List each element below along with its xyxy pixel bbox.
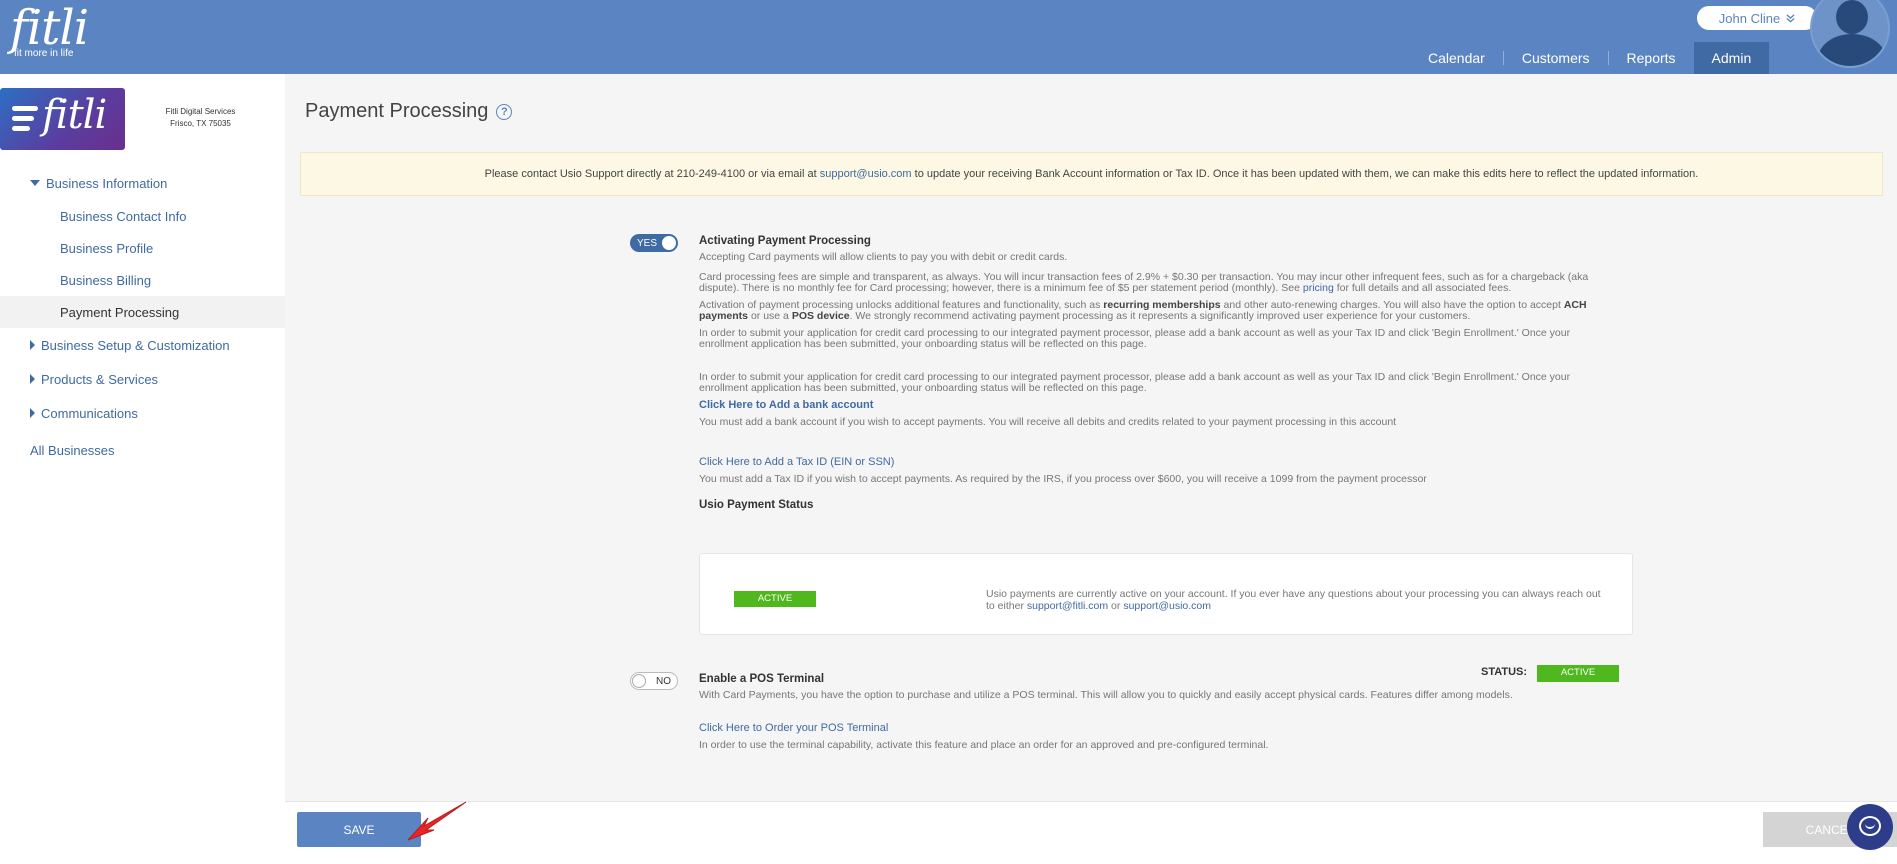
sidebar-item-payment-processing[interactable]: Payment Processing [0,296,285,328]
nav-reports[interactable]: Reports [1609,42,1694,74]
payment-processing-p3: Activation of payment processing unlocks… [699,300,1619,322]
page-title-text: Payment Processing [305,100,489,122]
question-circle-icon[interactable]: ? [496,103,513,120]
business-location: Frisco, TX 75035 [170,119,231,128]
payment-processing-p1: Accepting Card payments will allow clien… [699,251,1068,263]
p3-bold-pos: POS device [791,310,850,322]
user-menu-button[interactable]: John Cline [1697,6,1817,30]
caret-right-icon [30,374,35,384]
toggle-label: YES [637,237,658,249]
sidebar-item-products-services[interactable]: Products & Services [0,362,285,396]
alert-text-before: Please contact Usio Support directly at … [484,168,820,180]
support-alert: Please contact Usio Support directly at … [300,152,1883,196]
sidebar-item-business-billing[interactable]: Business Billing [0,264,285,296]
business-logo: fitli [0,88,125,150]
usio-status-box: ACTIVE Usio payments are currently activ… [699,553,1633,635]
brand-wordmark: fitli [10,0,89,56]
nav-calendar[interactable]: Calendar [1410,42,1503,74]
page-title: Payment Processing ? [305,100,513,123]
caret-down-icon [30,180,40,186]
sidebar-item-business-profile[interactable]: Business Profile [0,232,285,264]
support-usio-email-link[interactable]: support@usio.com [1123,600,1211,612]
toggle-knob [632,674,646,688]
user-name: John Cline [1718,10,1781,26]
sidebar-item-business-contact-info[interactable]: Business Contact Info [0,200,285,232]
toggle-label: NO [656,675,671,687]
usio-status-badge: ACTIVE [734,591,816,607]
sidebar-item-label: Products & Services [41,371,159,387]
order-pos-terminal-link[interactable]: Click Here to Order your POS Terminal [699,723,1619,734]
sidebar-item-business-information[interactable]: Business Information [0,166,285,200]
pos-order-note: In order to use the terminal capability,… [699,739,1269,751]
payment-processing-p2: Card processing fees are simple and tran… [699,272,1619,294]
sidebar-item-all-businesses[interactable]: All Businesses [0,434,285,466]
payment-processing-p5: In order to submit your application for … [699,371,1571,394]
caret-right-icon [30,340,35,350]
alert-email-link[interactable]: support@usio.com [820,168,912,180]
main-content: Payment Processing ? Please contact Usio… [285,74,1897,864]
business-name: Fitli Digital Services [165,107,236,116]
sidebar-item-communications[interactable]: Communications [0,396,285,430]
sidebar: fitli Fitli Digital Services Frisco, TX … [0,74,285,864]
business-info: Fitli Digital Services Frisco, TX 75035 [158,106,243,130]
status-text-or: or [1108,600,1124,612]
add-bank-account-link[interactable]: Click Here to Add a bank account [699,400,1619,411]
brand-logo[interactable]: fitli fit more in life [10,0,89,59]
bank-account-note: You must add a bank account if you wish … [699,416,1397,428]
payment-processing-heading: Activating Payment Processing [699,235,871,247]
support-fitli-email-link[interactable]: support@fitli.com [1027,600,1108,612]
sidebar-item-label: Communications [41,405,138,421]
toggle-knob [662,236,676,250]
payment-processing-section: Activating Payment Processing Accepting … [699,235,1619,516]
p3-text: . We strongly recommend activating payme… [849,310,1471,322]
pos-terminal-heading: Enable a POS Terminal [699,673,825,685]
sidebar-nav: Business Information Business Contact In… [0,166,285,466]
top-nav: Calendar Customers Reports Admin [1410,42,1770,74]
usio-status-text: Usio payments are currently active on yo… [986,588,1606,612]
save-button[interactable]: SAVE [297,812,421,847]
p3-text: or use a [748,310,792,322]
pos-terminal-desc: With Card Payments, you have the option … [699,689,1513,701]
top-header: fitli fit more in life John Cline Calend… [0,0,1897,74]
p2-text-after: for full details and all associated fees… [1333,282,1512,294]
add-tax-id-link[interactable]: Click Here to Add a Tax ID (EIN or SSN) [699,457,1619,468]
chat-bubble-icon[interactable] [1847,804,1893,850]
pricing-link[interactable]: pricing [1303,282,1334,294]
footer-actions: SAVE CANCEL [285,801,1897,864]
alert-text-after: to update your receiving Bank Account in… [911,168,1699,180]
business-logo-word: fitli [42,92,107,138]
user-avatar[interactable] [1810,0,1890,68]
sidebar-item-business-setup[interactable]: Business Setup & Customization [0,328,285,362]
caret-right-icon [30,408,35,418]
nav-customers[interactable]: Customers [1504,42,1608,74]
payment-processing-toggle[interactable]: YES [630,234,678,252]
payment-processing-p4: In order to submit your application for … [699,327,1571,350]
sidebar-item-label: Business Setup & Customization [41,337,230,353]
sidebar-item-label: Business Information [46,175,168,191]
pos-terminal-toggle[interactable]: NO [630,672,678,690]
pos-terminal-section: Enable a POS Terminal With Card Payments… [699,673,1619,757]
double-chevron-down-icon [1786,11,1795,26]
nav-admin[interactable]: Admin [1693,42,1770,74]
logo-lines-icon [12,106,38,136]
tax-id-note: You must add a Tax ID if you wish to acc… [699,473,1427,485]
usio-status-heading: Usio Payment Status [699,499,814,511]
